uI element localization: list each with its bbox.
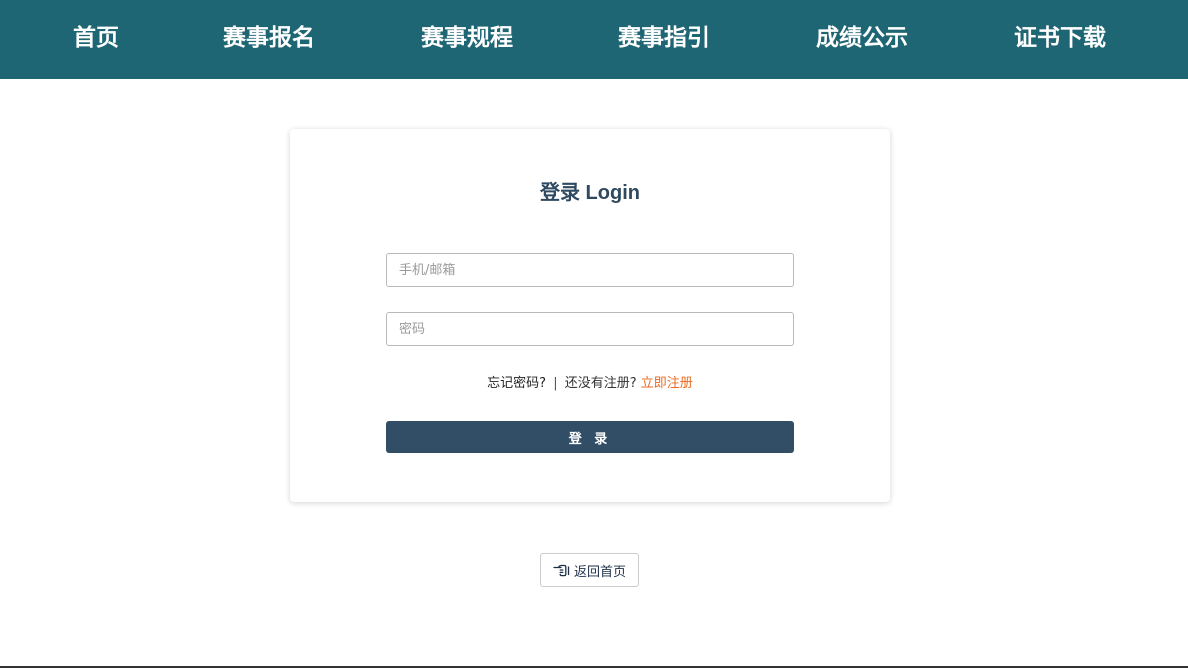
login-card: 登录 Login 忘记密码? | 还没有注册? 立即注册 登 录 [290, 129, 890, 502]
nav-item-home[interactable]: 首页 [73, 0, 119, 79]
register-link[interactable]: 立即注册 [641, 376, 693, 391]
back-home-label: 返回首页 [573, 564, 626, 580]
no-account-text: 还没有注册? [564, 376, 637, 391]
nav-item-registration[interactable]: 赛事报名 [223, 0, 315, 79]
login-title: 登录 Login [540, 182, 640, 204]
links-separator: | [553, 376, 558, 391]
nav-item-results[interactable]: 成绩公示 [816, 0, 908, 79]
pointing-hand-left-icon [553, 564, 570, 577]
nav-item-guide[interactable]: 赛事指引 [618, 0, 710, 79]
password-input[interactable] [386, 312, 794, 346]
login-links-row: 忘记密码? | 还没有注册? 立即注册 [290, 372, 890, 391]
top-navigation-bar: 首页 赛事报名 赛事规程 赛事指引 成绩公示 证书下载 [0, 0, 1188, 79]
back-home-button[interactable]: 返回首页 [540, 553, 639, 587]
nav-item-certificates[interactable]: 证书下载 [1014, 0, 1106, 79]
login-button[interactable]: 登 录 [386, 421, 794, 453]
forgot-password-link[interactable]: 忘记密码? [487, 376, 546, 391]
account-input[interactable] [386, 253, 794, 287]
nav-item-rules[interactable]: 赛事规程 [421, 0, 513, 79]
